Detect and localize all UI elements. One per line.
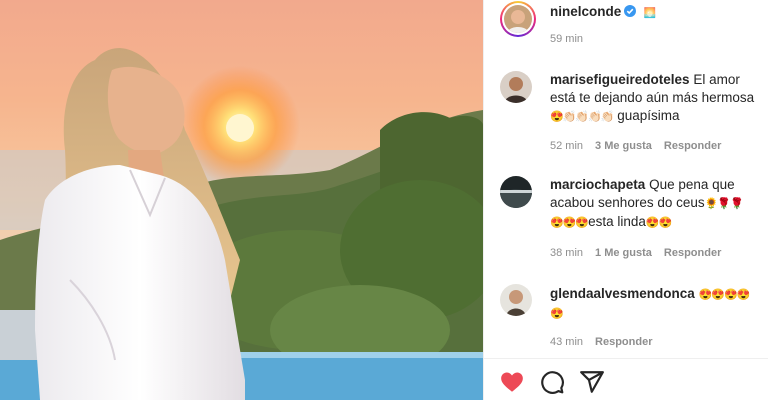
comment-meta: 43 min Responder bbox=[550, 336, 653, 348]
comment-time[interactable]: 52 min bbox=[550, 140, 583, 152]
comment-icon bbox=[541, 371, 564, 394]
share-icon bbox=[580, 371, 604, 393]
comment-username[interactable]: marisefigueiredoteles bbox=[550, 72, 690, 87]
author-badge-emoji: 🌅 bbox=[643, 8, 657, 19]
like-button[interactable] bbox=[499, 369, 525, 395]
comment-avatar[interactable] bbox=[500, 176, 532, 208]
reply-button[interactable]: Responder bbox=[664, 140, 721, 152]
heart-icon bbox=[501, 372, 523, 392]
comment-text: marisefigueiredoteles El amor está te de… bbox=[550, 72, 755, 123]
comment-meta: 38 min 1 Me gusta Responder bbox=[550, 247, 721, 259]
comment-time[interactable]: 38 min bbox=[550, 247, 583, 259]
comment-button[interactable] bbox=[539, 369, 565, 395]
comment-meta: 52 min 3 Me gusta Responder bbox=[550, 140, 721, 152]
reply-button[interactable]: Responder bbox=[595, 336, 652, 348]
comment-text: marciochapeta Que pena que acabou senhor… bbox=[550, 177, 744, 229]
story-ring[interactable] bbox=[500, 1, 536, 37]
comment-time[interactable]: 43 min bbox=[550, 336, 583, 348]
comment-username[interactable]: glendaalvesmendonca bbox=[550, 286, 695, 301]
share-button[interactable] bbox=[579, 369, 605, 395]
author-username[interactable]: ninelconde bbox=[550, 4, 621, 19]
comments-panel: ninelconde 🌅 59 min marisefigueiredotele… bbox=[483, 0, 768, 400]
author-avatar[interactable] bbox=[504, 5, 532, 33]
post-header: ninelconde 🌅 bbox=[550, 3, 656, 21]
comment-avatar[interactable] bbox=[500, 71, 532, 103]
comment-likes[interactable]: 3 Me gusta bbox=[595, 140, 652, 152]
comment-avatar[interactable] bbox=[500, 284, 532, 316]
verified-icon bbox=[624, 5, 637, 17]
sunset-photo-image bbox=[0, 0, 483, 400]
comment-username[interactable]: marciochapeta bbox=[550, 177, 645, 192]
reply-button[interactable]: Responder bbox=[664, 247, 721, 259]
comment-likes[interactable]: 1 Me gusta bbox=[595, 247, 652, 259]
post-time[interactable]: 59 min bbox=[550, 33, 583, 45]
post-actions bbox=[484, 358, 768, 400]
comment-text: glendaalvesmendonca 😍😍😍😍 😍 bbox=[550, 286, 750, 320]
post-photo[interactable] bbox=[0, 0, 483, 400]
